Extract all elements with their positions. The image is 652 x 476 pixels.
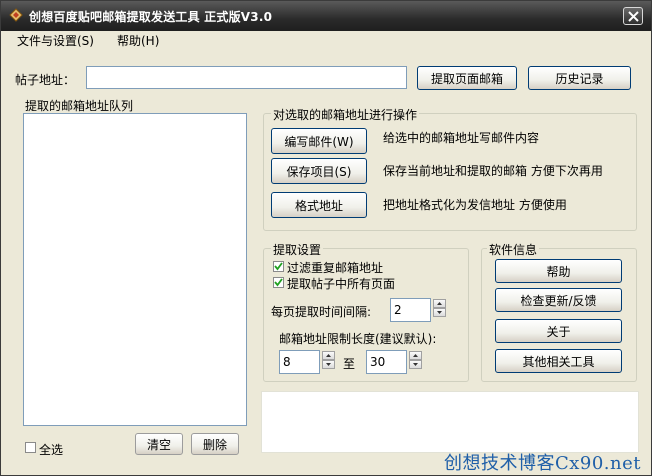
about-button[interactable]: 关于 [495, 319, 622, 343]
save-project-desc: 保存当前地址和提取的邮箱 方便下次再用 [383, 164, 603, 178]
menu-file-settings[interactable]: 文件与设置(S) [17, 32, 94, 49]
interval-label: 每页提取时间间隔: [271, 305, 372, 319]
help-button[interactable]: 帮助 [495, 259, 622, 283]
length-min-input[interactable] [279, 350, 320, 374]
all-pages-checkbox[interactable] [273, 277, 284, 288]
format-address-button[interactable]: 格式地址 [271, 192, 367, 218]
operations-title: 对选取的邮箱地址进行操作 [271, 106, 420, 123]
checkmark-icon [274, 262, 283, 271]
spin-down-icon[interactable] [322, 360, 335, 369]
watermark: 创想技术博客Cx90.net [443, 453, 641, 474]
select-all-label: 全选 [39, 443, 64, 457]
length-min-spinner[interactable] [322, 351, 335, 369]
check-update-button[interactable]: 检查更新/反馈 [495, 288, 622, 312]
spin-up-icon[interactable] [322, 351, 335, 360]
clear-button[interactable]: 清空 [135, 433, 183, 455]
log-panel [261, 391, 639, 453]
filter-duplicates-label: 过滤重复邮箱地址 [287, 261, 384, 275]
checkmark-icon [274, 278, 283, 287]
spin-down-icon[interactable] [433, 308, 446, 317]
post-url-label: 帖子地址： [15, 73, 76, 87]
filter-duplicates-checkbox[interactable] [273, 261, 284, 272]
title-bar: 创想百度贴吧邮箱提取发送工具 正式版V3.0 [1, 1, 651, 31]
interval-spinner[interactable] [433, 299, 446, 317]
compose-email-button[interactable]: 编写邮件(W) [271, 128, 367, 154]
app-icon [9, 8, 23, 22]
history-button[interactable]: 历史记录 [528, 66, 631, 90]
window-title: 创想百度贴吧邮箱提取发送工具 正式版V3.0 [29, 10, 273, 24]
spin-up-icon[interactable] [409, 351, 422, 360]
extract-page-emails-button[interactable]: 提取页面邮箱 [417, 66, 517, 90]
spin-up-icon[interactable] [433, 299, 446, 308]
length-max-input[interactable] [366, 350, 407, 374]
close-icon [628, 11, 639, 22]
to-label: 至 [343, 357, 356, 371]
compose-email-desc: 给选中的邮箱地址写邮件内容 [383, 131, 540, 145]
extract-settings-title: 提取设置 [271, 241, 324, 258]
spin-down-icon[interactable] [409, 360, 422, 369]
app-window: 创想百度贴吧邮箱提取发送工具 正式版V3.0 文件与设置(S) 帮助(H) 帖子… [0, 0, 652, 476]
email-queue-list[interactable] [23, 113, 247, 426]
software-info-title: 软件信息 [487, 241, 540, 258]
interval-input[interactable] [390, 298, 431, 322]
post-url-input[interactable] [86, 66, 407, 89]
menu-help[interactable]: 帮助(H) [117, 32, 159, 49]
menu-bar: 文件与设置(S) 帮助(H) [1, 31, 651, 49]
format-address-desc: 把地址格式化为发信地址 方便使用 [383, 198, 567, 212]
other-tools-button[interactable]: 其他相关工具 [495, 349, 622, 373]
save-project-button[interactable]: 保存项目(S) [271, 158, 367, 184]
all-pages-label: 提取帖子中所有页面 [287, 277, 396, 291]
queue-title: 提取的邮箱地址队列 [25, 99, 134, 113]
length-max-spinner[interactable] [409, 351, 422, 369]
select-all-checkbox[interactable] [25, 442, 36, 453]
close-button[interactable] [623, 7, 643, 25]
delete-button[interactable]: 删除 [191, 433, 239, 455]
length-limit-label: 邮箱地址限制长度(建议默认): [279, 332, 437, 346]
